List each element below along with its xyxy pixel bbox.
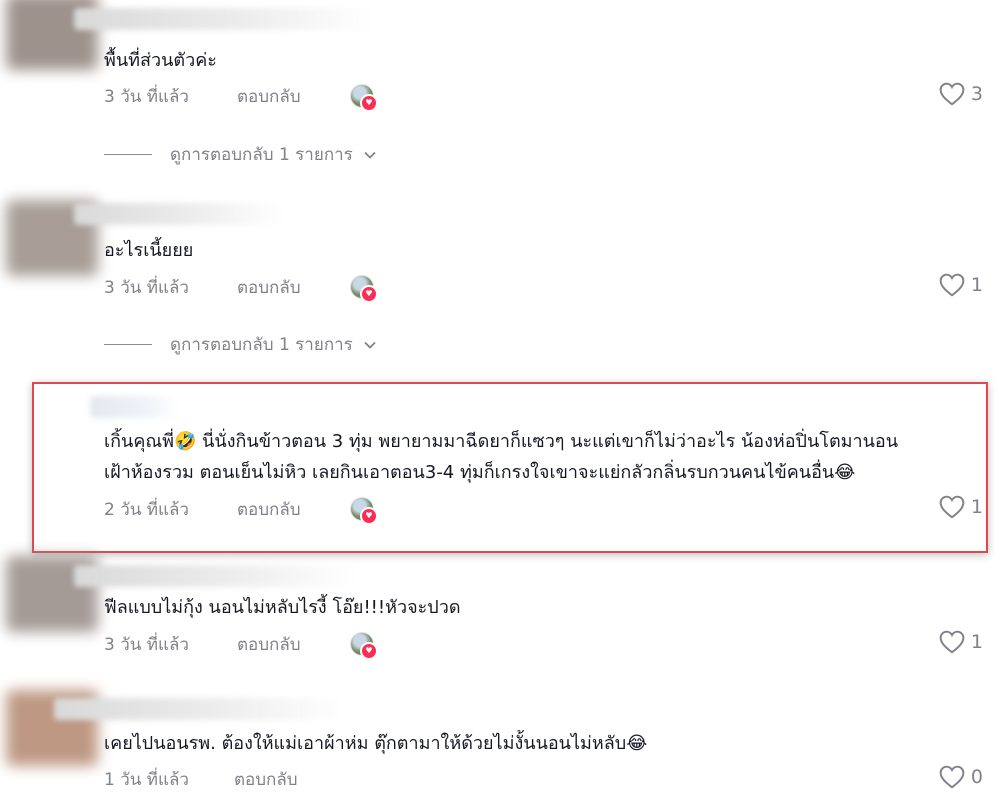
like-button[interactable]: 1 — [939, 630, 983, 654]
username-blurred[interactable] — [74, 565, 354, 587]
creator-liked-icon: ♥ — [350, 84, 378, 112]
heart-outline-icon — [939, 273, 965, 297]
like-button[interactable]: 1 — [939, 273, 983, 297]
reply-button[interactable]: ตอบกลับ — [237, 631, 301, 658]
heart-outline-icon — [939, 765, 965, 789]
heart-outline-icon — [939, 630, 965, 654]
comment-time: 1 วัน ที่แล้ว — [104, 770, 189, 790]
reply-button[interactable]: ตอบกลับ — [234, 766, 298, 793]
reply-button[interactable]: ตอบกลับ — [237, 274, 301, 301]
comment-meta: 3 วัน ที่แล้ว ตอบกลับ — [104, 631, 301, 658]
chevron-down-icon — [364, 151, 376, 159]
highlight-box — [32, 382, 988, 553]
comment-text: ฟีลแบบไม่กุ้ง นอนไม่หลับไรงี้ โอ๊ย!!!หัว… — [104, 597, 461, 618]
comment-time: 3 วัน ที่แล้ว — [104, 87, 189, 107]
view-replies-label: ดูการตอบกลับ 1 รายการ — [170, 335, 353, 355]
like-count: 0 — [970, 766, 983, 788]
like-button[interactable]: 3 — [939, 82, 983, 106]
chevron-down-icon — [364, 341, 376, 349]
reply-button[interactable]: ตอบกลับ — [237, 83, 301, 110]
like-button[interactable]: 0 — [939, 765, 983, 789]
creator-liked-icon: ♥ — [350, 275, 378, 303]
view-replies-button[interactable]: ดูการตอบกลับ 1 รายการ — [104, 331, 377, 358]
comment-meta: 3 วัน ที่แล้ว ตอบกลับ — [104, 83, 301, 110]
divider-line — [104, 344, 152, 345]
username-blurred[interactable] — [54, 698, 344, 720]
username-blurred[interactable] — [74, 8, 374, 30]
comment-time: 3 วัน ที่แล้ว — [104, 635, 189, 655]
comment-text: เคยไปนอนรพ. ต้องให้แม่เอาผ้าห่ม ตุ๊กตามา… — [104, 733, 648, 754]
comment-text: พื้นที่ส่วนตัวค่ะ — [104, 50, 217, 71]
view-replies-button[interactable]: ดูการตอบกลับ 1 รายการ — [104, 141, 377, 168]
comment-meta: 1 วัน ที่แล้ว ตอบกลับ — [104, 766, 298, 793]
like-count: 1 — [970, 631, 983, 653]
username-blurred[interactable] — [74, 203, 284, 225]
comment-meta: 3 วัน ที่แล้ว ตอบกลับ — [104, 274, 301, 301]
like-count: 3 — [970, 83, 983, 105]
creator-liked-icon: ♥ — [350, 632, 378, 660]
comment-text: อะไรเนี้ยยย — [104, 240, 194, 261]
divider-line — [104, 154, 152, 155]
view-replies-label: ดูการตอบกลับ 1 รายการ — [170, 145, 353, 165]
like-count: 1 — [970, 274, 983, 296]
heart-outline-icon — [939, 82, 965, 106]
comment-time: 3 วัน ที่แล้ว — [104, 278, 189, 298]
